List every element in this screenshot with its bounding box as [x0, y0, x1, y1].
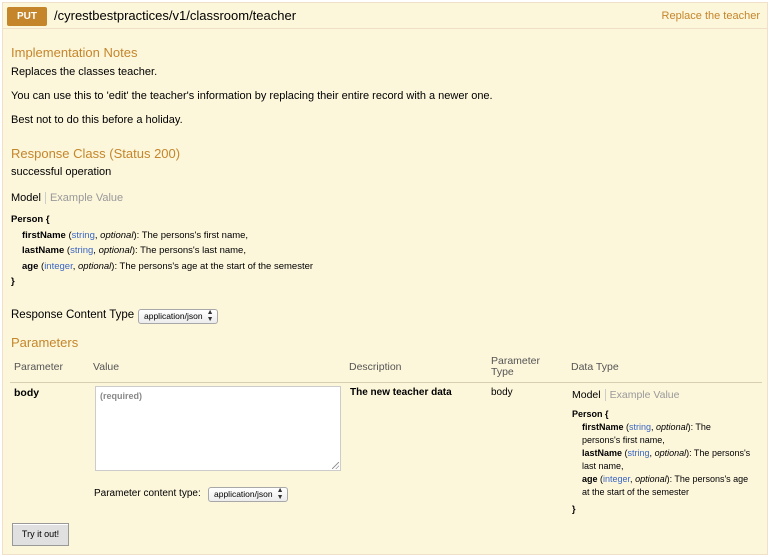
param-model-tabs: Model Example Value: [572, 389, 679, 401]
param-model-field-age: age (integer, optional): The persons's a…: [582, 474, 749, 497]
operation-heading[interactable]: PUT /cyrestbestpractices/v1/classroom/te…: [3, 3, 767, 29]
operation-summary-link[interactable]: Replace the teacher: [662, 10, 760, 22]
body-textarea-placeholder: (required): [100, 391, 143, 401]
response-content-type-select[interactable]: application/json ▲ ▼: [138, 309, 218, 324]
operation-panel: PUT /cyrestbestpractices/v1/classroom/te…: [2, 2, 768, 555]
col-header-parameter-type: Parameter Type: [491, 355, 541, 378]
response-model-tabs: Model Example Value: [11, 192, 123, 204]
http-method-badge[interactable]: PUT: [7, 7, 47, 26]
param-model-signature: Person { firstName (string, optional): T…: [572, 409, 751, 514]
select-arrows-icon: ▲ ▼: [206, 309, 214, 323]
param-example-value-tab[interactable]: Example Value: [606, 389, 680, 401]
implementation-notes-line-3: Best not to do this before a holiday.: [11, 114, 183, 126]
endpoint-path[interactable]: /cyrestbestpractices/v1/classroom/teache…: [54, 8, 296, 23]
param-content-type-select[interactable]: application/json ▲ ▼: [208, 487, 288, 502]
body-textarea[interactable]: (required): [95, 386, 341, 471]
model-field-age: age (integer, optional): The persons's a…: [22, 260, 314, 272]
response-class-description: successful operation: [11, 166, 112, 178]
param-name: body: [14, 387, 40, 399]
implementation-notes-line-1: Replaces the classes teacher.: [11, 66, 158, 78]
col-header-data-type: Data Type: [571, 361, 619, 373]
response-content-type-label: Response Content Type: [11, 309, 135, 321]
param-type: body: [491, 387, 513, 398]
response-class-heading: Response Class (Status 200): [11, 146, 181, 161]
response-example-value-tab[interactable]: Example Value: [46, 192, 123, 204]
table-header-divider: [10, 382, 762, 383]
resize-handle-icon[interactable]: [332, 462, 339, 469]
try-it-out-button[interactable]: Try it out!: [12, 523, 69, 546]
col-header-parameter: Parameter: [14, 361, 64, 373]
param-description: The new teacher data: [350, 387, 452, 398]
implementation-notes-line-2: You can use this to 'edit' the teacher's…: [11, 90, 493, 102]
param-model-field-lastname: lastName (string, optional): The persons…: [582, 448, 751, 471]
param-content-type-label: Parameter content type:: [94, 488, 201, 499]
response-model-signature: Person { firstName (string, optional): T…: [11, 214, 314, 287]
param-model-tab[interactable]: Model: [572, 389, 606, 401]
col-header-description: Description: [349, 361, 402, 373]
model-field-firstname: firstName (string, optional): The person…: [22, 229, 249, 241]
col-header-value: Value: [93, 361, 120, 373]
model-field-lastname: lastName (string, optional): The persons…: [22, 245, 246, 256]
param-model-field-firstname: firstName (string, optional): The persons…: [582, 422, 711, 445]
select-arrows-icon: ▲ ▼: [276, 487, 284, 501]
response-model-tab[interactable]: Model: [11, 192, 46, 204]
model-name: Person {: [11, 214, 50, 225]
parameters-heading: Parameters: [11, 335, 79, 350]
implementation-notes-heading: Implementation Notes: [11, 45, 138, 60]
